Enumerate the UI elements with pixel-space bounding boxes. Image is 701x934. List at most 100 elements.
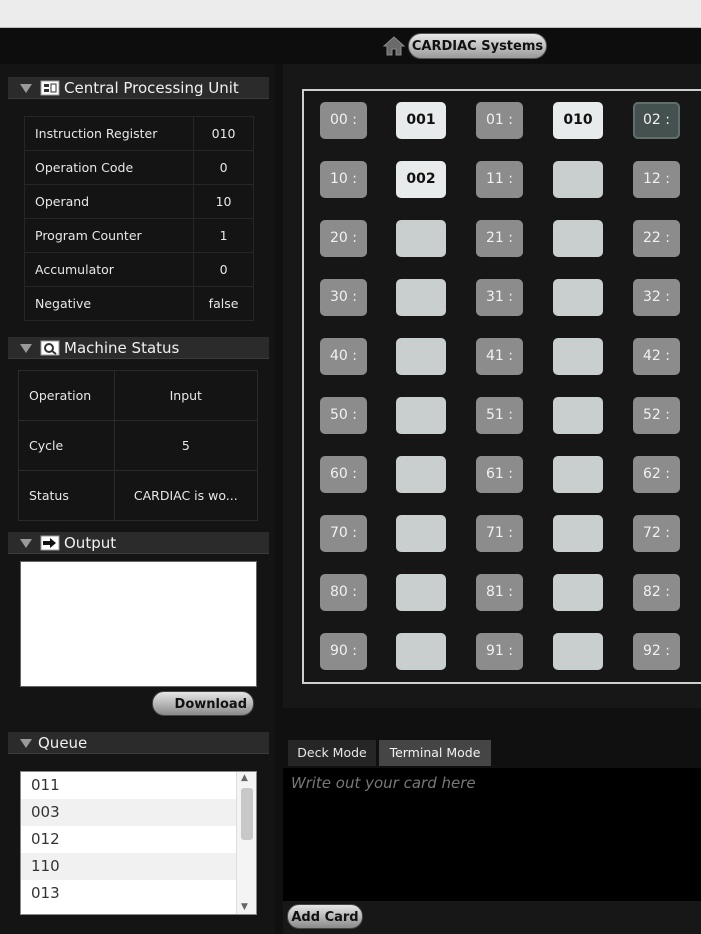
memory-address-button[interactable]: 70 :: [320, 515, 367, 552]
memory-cell[interactable]: [553, 220, 603, 257]
memory-address-button[interactable]: 80 :: [320, 574, 367, 611]
memory-cell[interactable]: 010: [553, 102, 603, 139]
memory-cell[interactable]: [553, 456, 603, 493]
list-item[interactable]: 011: [21, 772, 237, 799]
memory-cell[interactable]: [553, 574, 603, 611]
table-row: Operation Input: [18, 370, 259, 421]
scroll-thumb[interactable]: [241, 788, 253, 840]
memory-address-button[interactable]: 60 :: [320, 456, 367, 493]
memory-cell[interactable]: [396, 397, 446, 434]
table-row: Instruction Register 010: [23, 116, 254, 151]
queue-panel-header[interactable]: Queue: [8, 732, 269, 754]
list-item[interactable]: 012: [21, 826, 237, 853]
memory-cell[interactable]: [553, 633, 603, 670]
collapse-triangle-icon[interactable]: [20, 739, 32, 748]
status-label: Status: [18, 470, 115, 521]
memory-address-button[interactable]: 30 :: [320, 279, 367, 316]
memory-address-button[interactable]: 12 :: [633, 161, 680, 198]
memory-address-button[interactable]: 72 :: [633, 515, 680, 552]
memory-address-button[interactable]: 11 :: [476, 161, 523, 198]
memory-address-button[interactable]: 01 :: [476, 102, 523, 139]
cpu-label: Program Counter: [23, 218, 195, 253]
queue-scrollbar[interactable]: ▲ ▼: [236, 772, 256, 914]
memory-address-button[interactable]: 20 :: [320, 220, 367, 257]
output-arrow-icon: [40, 535, 60, 551]
memory-address-button[interactable]: 41 :: [476, 338, 523, 375]
memory-address-button[interactable]: 02 :: [633, 102, 680, 139]
cpu-label: Accumulator: [23, 252, 195, 287]
table-row: Operation Code 0: [23, 150, 254, 185]
list-item[interactable]: 013: [21, 880, 237, 907]
list-item[interactable]: 003: [21, 799, 237, 826]
cpu-value: 010: [193, 116, 254, 151]
status-label: Operation: [18, 370, 115, 421]
cpu-panel-header[interactable]: Central Processing Unit: [8, 77, 269, 99]
memory-address-button[interactable]: 40 :: [320, 338, 367, 375]
status-value: 5: [113, 420, 259, 471]
table-row: Status CARDIAC is wo...: [18, 470, 259, 521]
nav-bar: [0, 28, 701, 64]
card-input[interactable]: Write out your card here: [283, 768, 701, 901]
memory-address-button[interactable]: 10 :: [320, 161, 367, 198]
memory-cell[interactable]: [396, 220, 446, 257]
memory-cell[interactable]: 002: [396, 161, 446, 198]
cpu-value: 0: [193, 150, 254, 185]
memory-address-button[interactable]: 42 :: [633, 338, 680, 375]
memory-address-button[interactable]: 91 :: [476, 633, 523, 670]
memory-address-button[interactable]: 81 :: [476, 574, 523, 611]
memory-cell[interactable]: [553, 397, 603, 434]
memory-address-button[interactable]: 00 :: [320, 102, 367, 139]
memory-cell[interactable]: [396, 574, 446, 611]
list-item[interactable]: 110: [21, 853, 237, 880]
cpu-value: 1: [193, 218, 254, 253]
cpu-label: Operation Code: [23, 150, 195, 185]
output-area[interactable]: [20, 561, 257, 687]
table-row: Program Counter 1: [23, 218, 254, 253]
memory-address-button[interactable]: 32 :: [633, 279, 680, 316]
collapse-triangle-icon[interactable]: [20, 344, 32, 353]
cpu-label: Operand: [23, 184, 195, 219]
cpu-label: Negative: [23, 286, 195, 321]
memory-cell[interactable]: [553, 338, 603, 375]
memory-address-button[interactable]: 52 :: [633, 397, 680, 434]
home-icon[interactable]: [382, 35, 406, 57]
download-button[interactable]: Download: [152, 691, 254, 716]
window-top-bar: [0, 0, 701, 28]
memory-address-button[interactable]: 71 :: [476, 515, 523, 552]
collapse-triangle-icon[interactable]: [20, 84, 32, 93]
brand-button[interactable]: CARDIAC Systems: [408, 33, 547, 59]
memory-cell[interactable]: 001: [396, 102, 446, 139]
memory-address-button[interactable]: 90 :: [320, 633, 367, 670]
memory-cell[interactable]: [396, 515, 446, 552]
table-row: Accumulator 0: [23, 252, 254, 287]
memory-cell[interactable]: [396, 279, 446, 316]
memory-address-button[interactable]: 22 :: [633, 220, 680, 257]
memory-address-button[interactable]: 82 :: [633, 574, 680, 611]
scroll-up-icon[interactable]: ▲: [241, 773, 248, 783]
queue-list[interactable]: 011 003 012 110 013 ▲ ▼: [20, 771, 257, 915]
machine-status-table: Operation Input Cycle 5 Status CARDIAC is w…: [18, 370, 259, 521]
memory-address-button[interactable]: 31 :: [476, 279, 523, 316]
table-row: Cycle 5: [18, 420, 259, 471]
memory-cell[interactable]: [396, 456, 446, 493]
memory-cell[interactable]: [553, 515, 603, 552]
memory-address-button[interactable]: 62 :: [633, 456, 680, 493]
memory-address-button[interactable]: 92 :: [633, 633, 680, 670]
memory-cell[interactable]: [553, 161, 603, 198]
add-card-button[interactable]: Add Card: [287, 904, 363, 929]
machine-status-icon: [40, 340, 60, 356]
memory-address-button[interactable]: 50 :: [320, 397, 367, 434]
memory-cell[interactable]: [396, 338, 446, 375]
cpu-table: Instruction Register 010 Operation Code 0 …: [23, 116, 254, 321]
output-panel-header[interactable]: Output: [8, 532, 269, 554]
memory-address-button[interactable]: 61 :: [476, 456, 523, 493]
collapse-triangle-icon[interactable]: [20, 539, 32, 548]
machine-status-panel-header[interactable]: Machine Status: [8, 337, 269, 359]
memory-cell[interactable]: [553, 279, 603, 316]
tab-deck-mode[interactable]: Deck Mode: [288, 740, 376, 766]
memory-cell[interactable]: [396, 633, 446, 670]
tab-terminal-mode[interactable]: Terminal Mode: [379, 740, 491, 766]
memory-address-button[interactable]: 21 :: [476, 220, 523, 257]
scroll-down-icon[interactable]: ▼: [241, 902, 248, 912]
memory-address-button[interactable]: 51 :: [476, 397, 523, 434]
